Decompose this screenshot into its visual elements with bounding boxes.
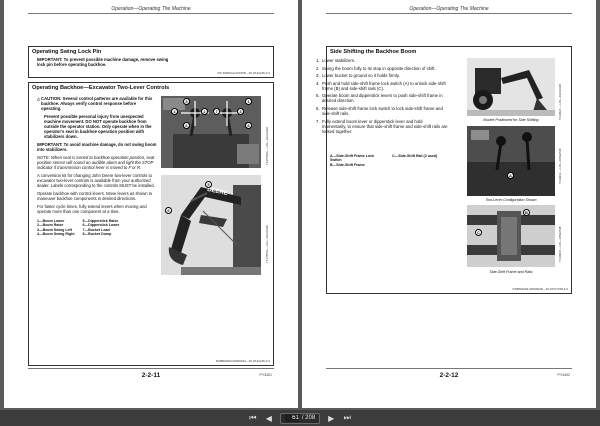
step-item: 2. Swing the boom fully to its stop in op… xyxy=(316,65,436,71)
callout: 5 xyxy=(183,98,190,105)
figure-caption: Bucket Positioned for Side Shifting xyxy=(483,118,539,122)
callout: B xyxy=(523,209,530,216)
steps-list: 1. Lower stabilizers. 2. Swing the boom fu… xyxy=(316,58,448,136)
callout: 1 xyxy=(245,98,252,105)
step-text: Lower stabilizers. xyxy=(322,58,356,63)
footer-rule xyxy=(326,368,572,369)
section-title: Operating Backhoe—Excavator Two-Lever Co… xyxy=(32,85,170,91)
step-item: 4. Push and hold side-shift frame lock sw… xyxy=(316,81,448,91)
backhoe-section: Operating Backhoe—Excavator Two-Lever Co… xyxy=(28,82,274,366)
caution-block: ! CAUTION: Several control patterns are … xyxy=(37,96,157,237)
page-header: Operation—Operating The Machine xyxy=(409,6,489,12)
paragraph: Operate backhoe with control levers. Mov… xyxy=(37,191,153,201)
pdf-toolbar: ⏮ ◀ / 208 ▶ ⏭ xyxy=(0,410,600,426)
callout: 7 xyxy=(213,108,220,115)
page-left: Operation—Operating The Machine Operatin… xyxy=(4,0,298,408)
figure-caption: Two-Lever Configuration Shown xyxy=(485,198,537,202)
step-item: 1. Lower stabilizers. xyxy=(316,58,356,63)
side-shift-frame-photo: B C xyxy=(467,205,555,267)
step-item: 5. Operate boom and dipperstick levers to… xyxy=(316,93,448,103)
callout: 4 xyxy=(171,108,178,115)
section-title: Side Shifting the Backhoe Boom xyxy=(330,49,417,55)
step-item: 3. Lower bucket to ground so it holds fir… xyxy=(316,73,400,79)
levers-illustration xyxy=(161,96,261,168)
figure-caption: Side-Shift Frame and Rails xyxy=(489,270,533,274)
total-pages: / 208 xyxy=(301,415,316,421)
legend-item: 4—Boom Swing Right xyxy=(37,232,75,237)
step-item: 7. Fully extend boom lever or dipperstick… xyxy=(316,118,448,134)
note-text: NOTE: When seat is turned to backhoe ope… xyxy=(37,155,155,170)
legend-item: 8—Bucket Dump xyxy=(82,232,112,237)
control-levers-photo: 5 6 2 1 8 7 4 3 xyxy=(161,96,261,168)
tractor-illustration xyxy=(467,58,555,116)
page-number: 2-2-11 xyxy=(141,372,161,379)
callout: 5 xyxy=(205,181,212,188)
document-viewer: Operation—Operating The Machine Operatin… xyxy=(0,0,600,410)
paragraph: For faster cycle times, fully extend lev… xyxy=(37,204,147,214)
legend-left-column: 1—Boom Lower 2—Boom Raise 3—Boom Swing L… xyxy=(37,219,75,237)
bucket-position-photo xyxy=(467,58,555,116)
reference-code: DX8802263,0000004A –19-07JUL05-1/1 xyxy=(215,359,270,363)
legend: 1—Boom Lower 2—Boom Raise 3—Boom Swing L… xyxy=(37,219,157,237)
warning-icon: ! xyxy=(37,97,41,101)
previous-page-icon[interactable]: ◀ xyxy=(264,414,274,423)
callout: C xyxy=(475,229,482,236)
important-text: IMPORTANT: To avoid machine damage, do n… xyxy=(37,142,157,152)
figure-code: T119931 —UN—06SEP98 xyxy=(558,148,562,184)
backhoe-boom-photo: DEERE 5 6 xyxy=(161,175,261,275)
first-page-icon[interactable]: ⏮ xyxy=(248,413,258,423)
callout: 3 xyxy=(237,108,244,115)
legend-right-column: 5—Dipperstick Raise 6—Dipperstick Lower … xyxy=(83,219,120,237)
figure-code: T117866A —UN—19AUG98 xyxy=(265,225,269,263)
last-page-icon[interactable]: ⏭ xyxy=(342,413,352,423)
callout: 2 xyxy=(201,108,208,115)
page-header: Operation—Operating The Machine xyxy=(111,6,191,12)
header-rule xyxy=(28,13,274,14)
footer-rule xyxy=(28,368,274,369)
callout: 6 xyxy=(165,207,172,214)
page-code: PY3401 xyxy=(259,373,272,377)
section-title: Operating Swing Lock Pin xyxy=(32,49,102,55)
side-shift-legend: A—Side-Shift Frame Lock Switch B—Side-Sh… xyxy=(330,154,450,167)
reference-code: DX8802263,0000004D –19-07OCT08-1/1 xyxy=(512,287,568,291)
swing-lock-section: Operating Swing Lock Pin IMPORTANT: To p… xyxy=(28,46,274,78)
two-lever-photo: A xyxy=(467,126,555,196)
caution-text: ! CAUTION: Several control patterns are … xyxy=(37,96,157,111)
page-right: Operation—Operating The Machine Side Shi… xyxy=(302,0,596,408)
page-number-input[interactable] xyxy=(284,414,299,422)
step-text: Release side-shift frame lock switch to … xyxy=(322,105,443,116)
legend-item: C—Side-Shift Rail (2 used) xyxy=(392,154,438,158)
paragraph: A conversion kit for changing John Deere… xyxy=(37,173,155,188)
step-text: Swing the boom fully to its stop in oppo… xyxy=(322,65,436,71)
next-page-icon[interactable]: ▶ xyxy=(326,414,336,423)
callout: 8 xyxy=(245,122,252,129)
legend-item: A—Side-Shift Frame Lock Switch xyxy=(330,154,375,163)
figure-code: T135790A —UN—19AUG00 xyxy=(265,126,269,165)
legend-item: B—Side-Shift Frame xyxy=(330,162,365,167)
page-indicator: / 208 xyxy=(279,412,321,424)
figure-code: T119621 —UN—19AUG98 xyxy=(558,84,562,120)
page-code: PY3402 xyxy=(557,373,570,377)
caution-1: CAUTION: Several control patterns are av… xyxy=(41,96,153,111)
step-text: Fully extend boom lever or dipperstick l… xyxy=(322,118,448,134)
step-text: Operate boom and dipperstick levers to p… xyxy=(322,93,443,104)
step-text: Push and hold side-shift frame lock swit… xyxy=(322,80,446,91)
callout: A xyxy=(507,172,514,179)
callout: 6 xyxy=(183,122,190,129)
important-text: IMPORTANT: To prevent possible machine d… xyxy=(37,57,169,67)
reference-code: DX,SWINGLOCKPIN –19-07JUL05-1/1 xyxy=(217,71,270,75)
header-rule xyxy=(326,13,572,14)
figure-code: T119960 —UN—18SEP98 xyxy=(558,226,562,262)
step-text: Lower bucket to ground so it holds firml… xyxy=(322,73,400,79)
levers-illustration xyxy=(467,126,555,196)
page-number: 2-2-12 xyxy=(439,372,459,379)
step-item: 6. Release side-shift frame lock switch t… xyxy=(316,106,448,116)
caution-2: Prevent possible personal injury from un… xyxy=(44,114,152,139)
frame-illustration xyxy=(467,205,555,267)
